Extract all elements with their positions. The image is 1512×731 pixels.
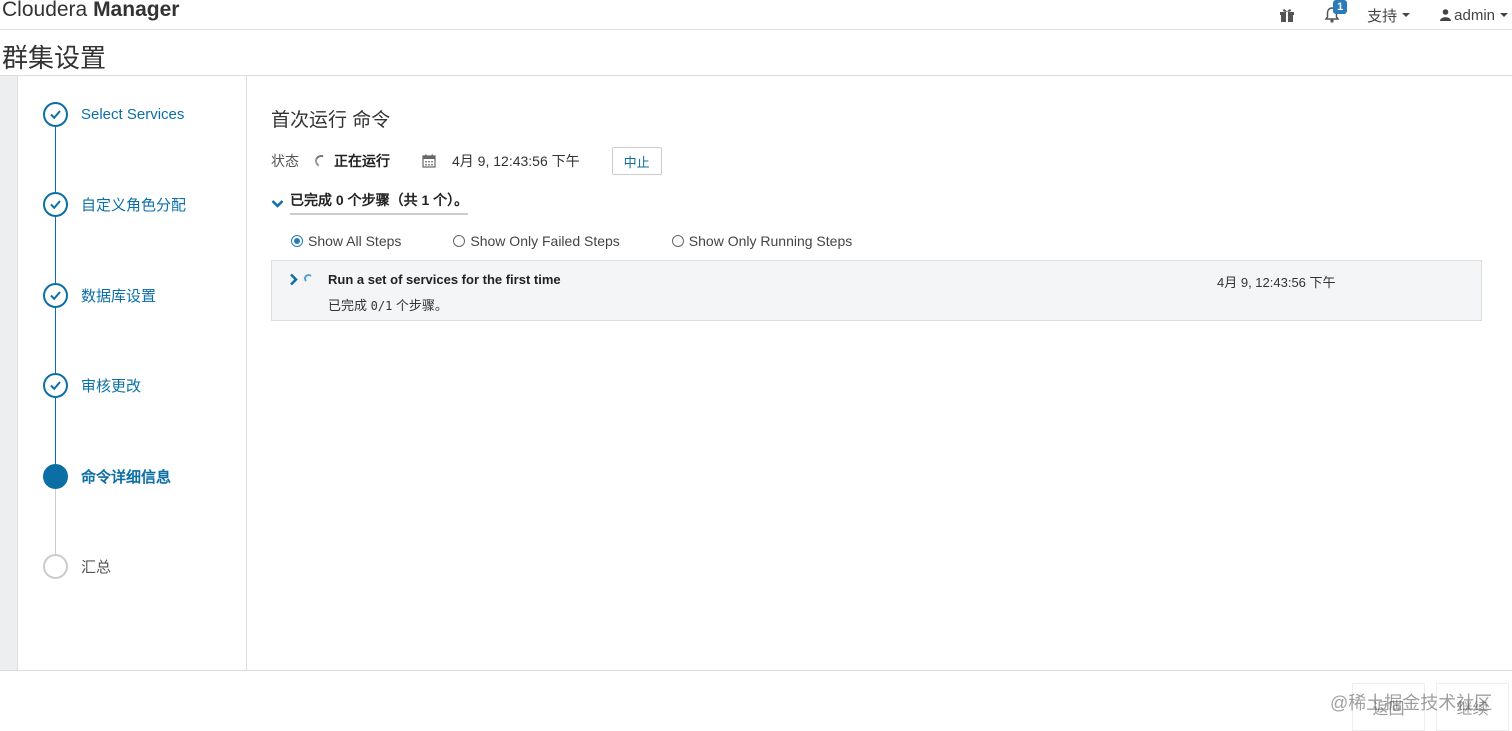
chevron-right-icon[interactable] bbox=[289, 273, 298, 286]
step-filter-group: Show All Steps Show Only Failed Steps Sh… bbox=[291, 233, 904, 249]
check-icon bbox=[43, 372, 68, 398]
progress-toggle[interactable]: 已完成 0 个步骤（共 1 个）。 bbox=[271, 190, 469, 215]
wizard-step-label: 汇总 bbox=[81, 558, 112, 576]
spinner-icon bbox=[304, 274, 313, 283]
brand-bold: Manager bbox=[93, 0, 180, 21]
command-status-row: 状态 正在运行 4月 9, 12:43:56 下午 中止 bbox=[271, 146, 662, 176]
notification-bell-icon[interactable]: 1 bbox=[1322, 0, 1348, 25]
status-label: 状态 bbox=[271, 153, 299, 169]
filter-label: Show All Steps bbox=[308, 233, 402, 249]
step-name: Run a set of services for the first time bbox=[328, 272, 561, 287]
wizard-step-label: 自定义角色分配 bbox=[81, 196, 187, 214]
pending-step-circle-icon bbox=[43, 553, 68, 579]
brand-logo[interactable]: Cloudera Manager bbox=[2, 0, 179, 22]
user-menu[interactable]: admin bbox=[1440, 7, 1508, 24]
chevron-down-icon bbox=[1402, 13, 1411, 17]
command-title: 首次运行 命令 bbox=[271, 110, 391, 131]
calendar-icon bbox=[422, 154, 436, 168]
user-label: admin bbox=[1454, 6, 1495, 24]
progress-summary: 已完成 0 个步骤（共 1 个）。 bbox=[290, 190, 469, 215]
filter-show-failed-steps[interactable]: Show Only Failed Steps bbox=[453, 233, 620, 249]
filter-show-running-steps[interactable]: Show Only Running Steps bbox=[671, 233, 853, 249]
filter-label: Show Only Failed Steps bbox=[470, 233, 620, 249]
abort-button[interactable]: 中止 bbox=[611, 147, 662, 175]
wizard-step-label: 审核更改 bbox=[81, 377, 142, 395]
page-title: 群集设置 bbox=[2, 43, 107, 73]
check-icon bbox=[43, 101, 68, 127]
wizard-step-command-details[interactable]: 命令详细信息 bbox=[43, 463, 171, 489]
chevron-down-icon bbox=[1500, 13, 1508, 17]
start-time: 4月 9, 12:43:56 下午 bbox=[452, 153, 580, 169]
support-label: 支持 bbox=[1367, 7, 1398, 25]
wizard-step-database-setup[interactable]: 数据库设置 bbox=[43, 282, 156, 308]
chevron-down-icon bbox=[271, 200, 284, 208]
radio-button[interactable] bbox=[671, 235, 684, 247]
step-row: Run a set of services for the first time… bbox=[271, 260, 1482, 321]
radio-button-checked[interactable] bbox=[291, 235, 303, 247]
step-progress: 已完成 0/1 个步骤。 bbox=[328, 295, 448, 314]
wizard-step-role-assignment[interactable]: 自定义角色分配 bbox=[43, 191, 186, 217]
status-value: 正在运行 bbox=[334, 153, 390, 169]
filter-label: Show Only Running Steps bbox=[688, 233, 853, 249]
support-menu[interactable]: 支持 bbox=[1367, 5, 1411, 26]
wizard-step-label: Select Services bbox=[81, 105, 185, 123]
filter-show-all-steps[interactable]: Show All Steps bbox=[291, 233, 401, 249]
spinner-icon bbox=[313, 153, 329, 169]
brand-light: Cloudera bbox=[2, 0, 94, 21]
back-button[interactable]: 返回 bbox=[1352, 683, 1425, 731]
radio-button[interactable] bbox=[453, 235, 466, 247]
navbar-right: 1 支持 admin bbox=[1277, 0, 1512, 30]
user-icon bbox=[1440, 9, 1452, 21]
wizard-step-review-changes[interactable]: 审核更改 bbox=[43, 372, 141, 398]
wizard-step-summary: 汇总 bbox=[43, 553, 111, 579]
step-progress-prefix: 已完成 bbox=[328, 298, 371, 313]
check-icon bbox=[43, 282, 68, 308]
step-time: 4月 9, 12:43:56 下午 bbox=[1217, 275, 1336, 290]
step-progress-count: 0/1 bbox=[370, 299, 393, 313]
check-icon bbox=[43, 191, 68, 217]
top-navbar: Cloudera Manager 1 支持 admin bbox=[0, 0, 1512, 30]
step-progress-suffix: 个步骤。 bbox=[392, 298, 448, 313]
continue-button[interactable]: 继续 bbox=[1436, 683, 1509, 731]
gift-icon[interactable] bbox=[1277, 5, 1297, 25]
left-gutter bbox=[0, 76, 18, 670]
wizard-step-label: 命令详细信息 bbox=[81, 468, 172, 486]
wizard-footer: 返回 继续 @稀土掘金技术社区 bbox=[0, 672, 1512, 731]
wizard-step-select-services[interactable]: Select Services bbox=[43, 101, 184, 127]
notification-badge: 1 bbox=[1333, 0, 1348, 14]
active-step-dot-icon bbox=[43, 463, 68, 489]
wizard-sidebar: Select Services 自定义角色分配 数据库设置 审核更改 命令详细信… bbox=[19, 76, 247, 670]
wizard-step-label: 数据库设置 bbox=[81, 287, 157, 305]
wizard-container: Select Services 自定义角色分配 数据库设置 审核更改 命令详细信… bbox=[0, 75, 1512, 671]
